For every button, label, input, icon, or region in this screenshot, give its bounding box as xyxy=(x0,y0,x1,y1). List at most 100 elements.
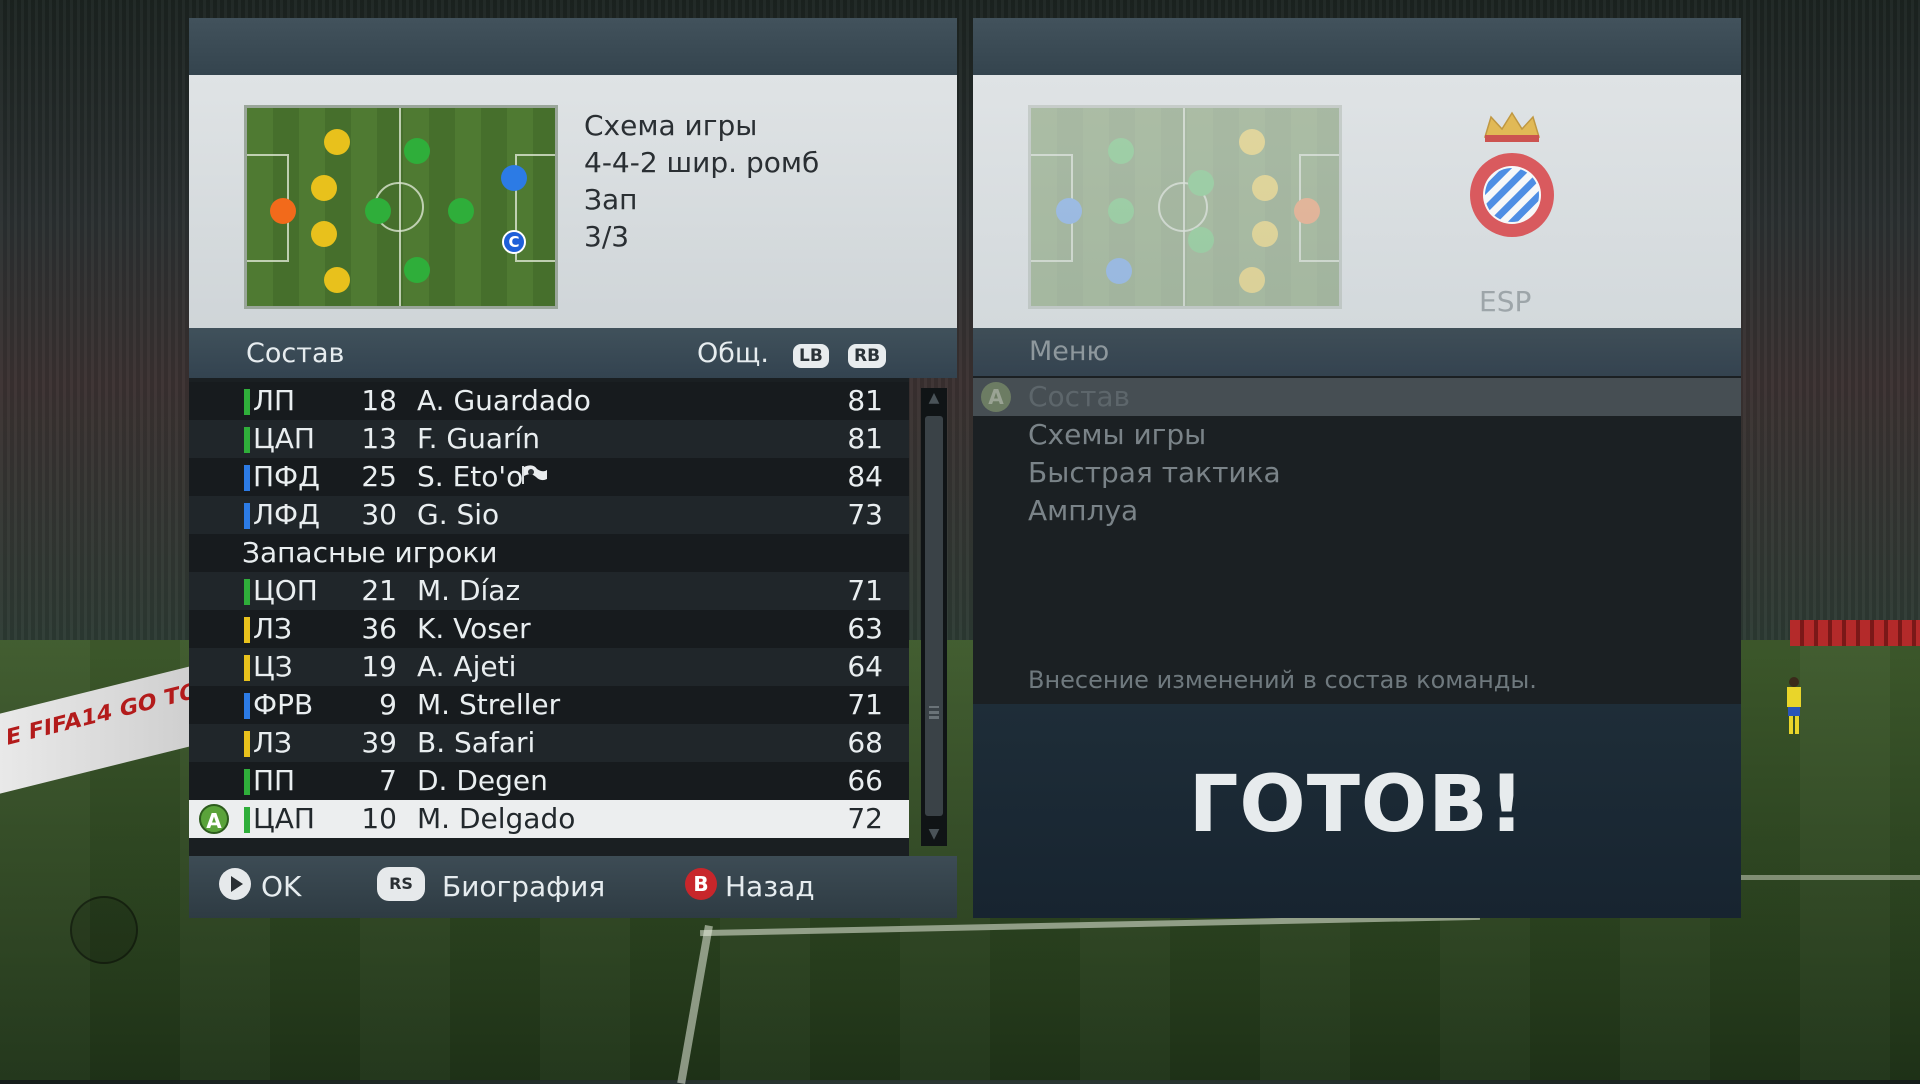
player-dot-mid xyxy=(1188,227,1214,253)
captain-dot[interactable]: C xyxy=(502,230,526,254)
player-dot-def[interactable] xyxy=(311,221,337,247)
menu-item-label: Быстрая тактика xyxy=(1028,456,1281,489)
menu-item-label: Амплуа xyxy=(1028,494,1139,527)
back-label: Назад xyxy=(725,870,815,903)
menu-item-quick-tactics[interactable]: Быстрая тактика xyxy=(973,454,1741,492)
player-overall: 71 xyxy=(847,688,883,721)
player-overall: 66 xyxy=(847,764,883,797)
player-number: 10 xyxy=(361,802,397,835)
player-dot-def[interactable] xyxy=(324,267,350,293)
player-row[interactable]: ПП 7 D. Degen 66 xyxy=(189,762,909,800)
opponent-formation-pitch xyxy=(1028,105,1342,309)
player-position: ЛЗ xyxy=(253,612,293,645)
panel-header xyxy=(973,18,1741,75)
formation-pitch[interactable]: C xyxy=(244,105,558,309)
dugout-seats xyxy=(1790,620,1920,646)
squad-scrollbar[interactable]: ▲ ▼ xyxy=(921,388,947,846)
player-dot-mid[interactable] xyxy=(365,198,391,224)
player-row[interactable]: ЦЗ 19 A. Ajeti 64 xyxy=(189,648,909,686)
player-row[interactable]: ПФД 25 S. Eto'o 84 xyxy=(189,458,909,496)
squad-list: ЛП 18 A. Guardado 81 ЦАП 13 F. Guarín 81… xyxy=(189,378,909,863)
background-player xyxy=(1787,677,1801,734)
rb-button-icon[interactable]: RB xyxy=(848,344,887,368)
player-dot-def xyxy=(1239,129,1265,155)
player-row[interactable]: ЛЗ 36 K. Voser 63 xyxy=(189,610,909,648)
player-name: A. Ajeti xyxy=(417,650,517,683)
player-dot-fwd xyxy=(1106,258,1132,284)
player-number: 13 xyxy=(361,422,397,455)
player-name: B. Safari xyxy=(417,726,536,759)
player-row[interactable]: ЛЗ 39 B. Safari 68 xyxy=(189,724,909,762)
player-name: K. Voser xyxy=(417,612,531,645)
position-color-bar xyxy=(244,769,250,795)
player-overall: 71 xyxy=(847,574,883,607)
position-color-bar xyxy=(244,693,250,719)
formation-label: Схема игры xyxy=(584,109,758,142)
player-name: S. Eto'o xyxy=(417,460,524,493)
squad-title: Состав xyxy=(246,338,345,369)
opponent-info: ESP xyxy=(973,75,1741,328)
subs-header-row: Запасные игроки xyxy=(189,534,909,572)
player-number: 30 xyxy=(361,498,397,531)
menu-item-label: Состав xyxy=(1028,380,1131,413)
a-button-icon: A xyxy=(981,382,1011,412)
player-position: ФРВ xyxy=(253,688,314,721)
background-ring xyxy=(70,896,138,964)
player-overall: 84 xyxy=(847,460,883,493)
menu-description: Внесение изменений в состав команды. xyxy=(1028,666,1537,694)
player-name: M. Delgado xyxy=(417,802,576,835)
button-hints: OK RS Биография B Назад xyxy=(189,856,957,918)
scroll-down-icon[interactable]: ▼ xyxy=(924,824,944,844)
start-button-icon xyxy=(219,868,251,900)
player-dot-def xyxy=(1239,267,1265,293)
player-number: 7 xyxy=(379,764,397,797)
player-dot-mid[interactable] xyxy=(448,198,474,224)
menu-item-roles[interactable]: Амплуа xyxy=(973,492,1741,530)
player-dot-gk xyxy=(1294,198,1320,224)
overall-header: Общ. xyxy=(697,338,769,369)
player-name: M. Díaz xyxy=(417,574,521,607)
position-color-bar xyxy=(244,579,250,605)
player-position: ЦАП xyxy=(253,802,315,835)
scroll-grip-icon xyxy=(929,706,939,709)
player-overall: 63 xyxy=(847,612,883,645)
player-row[interactable]: ЛФД 30 G. Sio 73 xyxy=(189,496,909,534)
scroll-up-icon[interactable]: ▲ xyxy=(924,388,944,408)
formation-mode: Зап xyxy=(584,183,638,216)
menu-panel: ESP Меню A Состав Схемы игры Быстрая так… xyxy=(973,18,1741,918)
player-dot-def[interactable] xyxy=(324,129,350,155)
player-row[interactable]: ЦОП 21 M. Díaz 71 xyxy=(189,572,909,610)
scroll-thumb[interactable] xyxy=(925,416,943,816)
player-position: ЦАП xyxy=(253,422,315,455)
player-overall: 68 xyxy=(847,726,883,759)
formation-name: 4-4-2 шир. ромб xyxy=(584,146,820,179)
player-position: ПФД xyxy=(253,460,321,493)
squad-panel: C Схема игры 4-4-2 шир. ромб Зап 3/3 Сос… xyxy=(189,18,957,918)
menu-item-squad[interactable]: A Состав xyxy=(973,378,1741,416)
player-number: 9 xyxy=(379,688,397,721)
player-overall: 64 xyxy=(847,650,883,683)
player-dot-mid xyxy=(1188,170,1214,196)
position-color-bar xyxy=(244,427,250,453)
player-dot-fwd[interactable] xyxy=(501,165,527,191)
player-row[interactable]: ЦАП 13 F. Guarín 81 xyxy=(189,420,909,458)
player-dot-mid[interactable] xyxy=(404,257,430,283)
player-name: A. Guardado xyxy=(417,384,591,417)
formation-info: C Схема игры 4-4-2 шир. ромб Зап 3/3 xyxy=(189,75,957,328)
menu-item-formations[interactable]: Схемы игры xyxy=(973,416,1741,454)
player-row[interactable]: ЛП 18 A. Guardado 81 xyxy=(189,382,909,420)
menu-item-label: Схемы игры xyxy=(1028,418,1207,451)
player-dot-gk[interactable] xyxy=(270,198,296,224)
player-name: M. Streller xyxy=(417,688,561,721)
lb-button-icon[interactable]: LB xyxy=(793,344,829,368)
position-color-bar xyxy=(244,731,250,757)
player-dot-def[interactable] xyxy=(311,175,337,201)
player-number: 19 xyxy=(361,650,397,683)
subs-label: Запасные игроки xyxy=(242,536,498,569)
position-color-bar xyxy=(244,389,250,415)
player-row[interactable]: ФРВ 9 M. Streller 71 xyxy=(189,686,909,724)
player-row-selected[interactable]: A ЦАП 10 M. Delgado 72 xyxy=(189,800,909,838)
ok-label: OK xyxy=(261,870,302,903)
player-dot-mid[interactable] xyxy=(404,138,430,164)
position-color-bar xyxy=(244,617,250,643)
